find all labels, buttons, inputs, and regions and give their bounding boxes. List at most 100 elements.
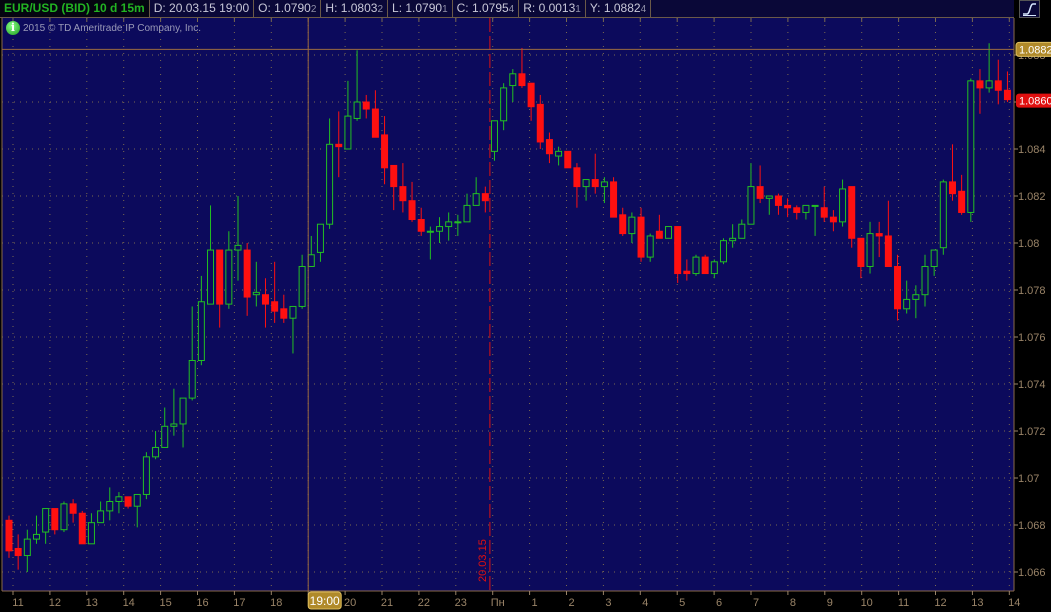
candle-up bbox=[729, 237, 737, 242]
candle-up bbox=[509, 73, 517, 87]
x-tick-label: 22 bbox=[418, 597, 430, 609]
candle-up bbox=[32, 533, 40, 540]
candle-down bbox=[829, 216, 837, 223]
candle-down bbox=[417, 219, 425, 232]
x-tick-label: 5 bbox=[679, 597, 685, 609]
candle-up bbox=[289, 305, 297, 319]
candle-down bbox=[69, 503, 77, 514]
candle-up bbox=[939, 181, 947, 249]
candle-up bbox=[738, 223, 746, 239]
current-price-label: 1.0860 bbox=[1019, 96, 1051, 108]
candle-up bbox=[646, 235, 654, 258]
candle-up bbox=[463, 204, 471, 223]
x-tick-label: 20 bbox=[344, 597, 356, 609]
x-tick-label: 23 bbox=[455, 597, 467, 609]
candle-down bbox=[894, 266, 902, 310]
candle-down bbox=[536, 103, 544, 143]
x-tick-label: 10 bbox=[861, 597, 873, 609]
x-tick-label: 17 bbox=[233, 597, 245, 609]
y-tick-label: 1.066 bbox=[1018, 567, 1046, 579]
candle-down bbox=[857, 237, 865, 268]
x-tick-label: 12 bbox=[934, 597, 946, 609]
candle-down bbox=[948, 181, 956, 195]
candle-up bbox=[582, 179, 590, 188]
candle-down bbox=[756, 186, 764, 199]
candle-up bbox=[179, 397, 187, 425]
candle-down bbox=[14, 548, 22, 557]
candle-down bbox=[701, 256, 709, 275]
copyright-text: 2015 © TD Ameritrade IP Company, Inc. bbox=[23, 22, 202, 34]
candle-up bbox=[811, 204, 819, 207]
candle-up bbox=[628, 216, 636, 235]
candle-down bbox=[820, 207, 828, 218]
y-tick-label: 1.076 bbox=[1018, 332, 1046, 344]
candle-up bbox=[197, 301, 205, 361]
candle-up bbox=[930, 249, 938, 268]
x-tick-label: 15 bbox=[159, 597, 171, 609]
candle-up bbox=[765, 195, 773, 199]
candle-down bbox=[362, 101, 370, 110]
candle-down bbox=[610, 181, 618, 218]
candle-up bbox=[747, 186, 755, 225]
chart-header: EUR/USD (BID) 10 d 15m D: 20.03.15 19:00… bbox=[0, 0, 1014, 18]
candle-down bbox=[683, 270, 691, 275]
last-price-label: 1.0882 bbox=[1019, 44, 1051, 56]
candle-down bbox=[591, 179, 599, 188]
x-tick-label: 14 bbox=[123, 597, 135, 609]
copyright-notice: i 2015 © TD Ameritrade IP Company, Inc. bbox=[6, 21, 201, 35]
x-tick-label: Пн bbox=[491, 597, 505, 609]
last-readout: Y: 1.08824 bbox=[586, 0, 652, 17]
candle-down bbox=[51, 508, 59, 531]
candle-up bbox=[307, 254, 315, 267]
session-break-label: 20.03.15 bbox=[477, 539, 489, 582]
info-icon[interactable]: i bbox=[6, 21, 20, 35]
x-tick-label: 9 bbox=[827, 597, 833, 609]
candle-up bbox=[454, 221, 462, 224]
candle-down bbox=[637, 216, 645, 258]
y-tick-label: 1.078 bbox=[1018, 285, 1046, 297]
symbol-label[interactable]: EUR/USD (BID) 10 d 15m bbox=[0, 0, 150, 17]
candle-down bbox=[875, 233, 883, 237]
candle-up bbox=[207, 249, 215, 305]
x-tick-label: 18 bbox=[270, 597, 282, 609]
x-tick-label: 21 bbox=[381, 597, 393, 609]
candle-up bbox=[133, 493, 141, 507]
candle-up bbox=[600, 181, 608, 188]
date-readout: D: 20.03.15 19:00 bbox=[150, 0, 255, 17]
candle-down bbox=[5, 519, 13, 552]
candle-up bbox=[225, 249, 233, 305]
candle-up bbox=[490, 120, 498, 152]
y-tick-label: 1.08 bbox=[1018, 238, 1039, 250]
candle-up bbox=[42, 508, 50, 533]
x-tick-label: 3 bbox=[605, 597, 611, 609]
cursor-time-label: 19:00 bbox=[310, 594, 340, 608]
candle-up bbox=[170, 423, 178, 427]
candle-up bbox=[188, 360, 196, 399]
candle-down bbox=[793, 207, 801, 213]
y-tick-label: 1.082 bbox=[1018, 191, 1046, 203]
candle-down bbox=[784, 204, 792, 209]
study-curve-icon[interactable] bbox=[1019, 0, 1040, 18]
candlestick-chart[interactable]: 11 12 13 14 15 16 17 18 19:00 20 21 22 23 Пн 1 2 3 4 5 6 7 8 9… bbox=[0, 0, 1051, 612]
x-tick-label: 8 bbox=[790, 597, 796, 609]
candle-up bbox=[344, 115, 352, 150]
x-tick-label: 4 bbox=[642, 597, 648, 609]
candle-up bbox=[866, 233, 874, 268]
x-tick-label: 14 bbox=[1008, 597, 1020, 609]
candle-down bbox=[564, 150, 572, 169]
candle-down bbox=[124, 496, 132, 507]
candle-down bbox=[408, 200, 416, 220]
candle-up bbox=[106, 501, 114, 512]
candle-up bbox=[115, 496, 123, 502]
candle-down bbox=[518, 73, 526, 87]
candle-down bbox=[527, 82, 535, 108]
candle-down bbox=[848, 186, 856, 239]
y-tick-label: 1.084 bbox=[1018, 144, 1046, 156]
candle-up bbox=[326, 143, 334, 225]
candle-down bbox=[78, 512, 86, 545]
candle-down bbox=[216, 249, 224, 305]
candle-up bbox=[912, 294, 920, 300]
low-readout: L: 1.07901 bbox=[388, 0, 453, 17]
plot-background bbox=[2, 18, 1014, 591]
candle-up bbox=[472, 193, 480, 206]
